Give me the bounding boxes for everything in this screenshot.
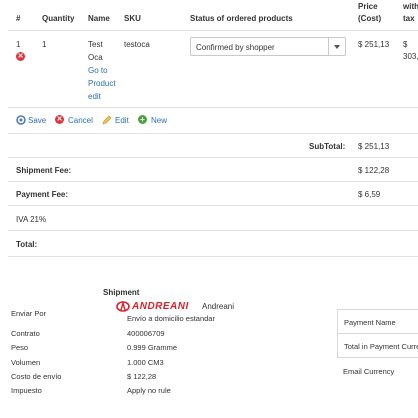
save-icon — [16, 115, 26, 125]
iva-divider — [8, 230, 418, 231]
edit-label[interactable]: Edit — [115, 116, 129, 125]
row-with-tax-line1: $ — [403, 40, 408, 49]
shipment-value-contrato: 400006709 — [127, 329, 165, 338]
goto-line2[interactable]: Product — [88, 79, 116, 88]
payment-fee-value: $ 6,59 — [358, 190, 381, 199]
row-divider — [8, 107, 418, 108]
shipment-label-contrato: Contrato — [11, 329, 40, 338]
col-header-name: Name — [88, 14, 110, 23]
row-price: $ 251,13 — [358, 40, 390, 49]
row-with-tax-line2: 303, — [403, 52, 418, 61]
goto-line3[interactable]: edit — [88, 92, 101, 101]
col-header-tax: tax — [403, 14, 415, 23]
col-header-num: # — [16, 14, 21, 23]
product-name-line1: Test — [88, 40, 103, 49]
iva-label: IVA 21% — [16, 215, 47, 224]
email-currency-label: Email Currency — [343, 367, 395, 376]
col-header-with: with — [403, 2, 418, 11]
row-sku: testoca — [124, 40, 150, 49]
order-status-value: Confirmed by shopper — [196, 43, 275, 52]
remove-item-icon[interactable]: ✕ — [16, 52, 25, 61]
chevron-down-icon[interactable] — [328, 38, 345, 55]
shipment-value-enviar-por: Envío a domicilio estandar — [127, 314, 215, 323]
subtotal-label: SubTotal: — [309, 142, 346, 151]
shipment-label-volumen: Volumen — [11, 358, 41, 367]
shipment-label-impuesto: Impuesto — [11, 386, 42, 395]
payment-total-label: Total in Payment Curre — [344, 342, 418, 351]
payment-fee-divider — [8, 205, 418, 206]
col-header-price-cost: (Cost) — [358, 14, 382, 23]
carrier-name: Andreani — [202, 302, 235, 311]
col-header-quantity: Quantity — [42, 14, 75, 23]
shipment-fee-divider — [8, 181, 418, 182]
carrier-logo: ANDREANI Andreani — [116, 300, 286, 312]
payment-fee-label: Payment Fee: — [16, 190, 69, 199]
shipment-value-peso: 0.999 Gramme — [127, 343, 178, 352]
order-status-select[interactable]: Confirmed by shopper — [190, 37, 346, 56]
payment-name-row: Payment Name — [337, 309, 418, 334]
col-header-status: Status of ordered products — [190, 14, 293, 23]
andreani-logo-icon — [116, 301, 130, 312]
shipment-fee-label: Shipment Fee: — [16, 166, 72, 175]
actions-divider — [8, 133, 418, 134]
col-header-price: Price — [358, 2, 378, 11]
product-name-line2: Oca — [88, 53, 103, 62]
payment-name-label: Payment Name — [344, 318, 396, 327]
cancel-icon: ✕ — [55, 115, 64, 124]
subtotal-divider — [8, 157, 418, 158]
payment-total-row: Total in Payment Curre — [337, 333, 418, 358]
pencil-icon — [102, 115, 112, 125]
andreani-logo-text: ANDREANI — [132, 301, 189, 312]
col-header-sku: SKU — [124, 14, 141, 23]
shipment-label-peso: Peso — [11, 343, 29, 352]
cancel-label[interactable]: Cancel — [68, 116, 93, 125]
header-divider — [8, 30, 418, 31]
shipment-label-enviar-por: Enviar Por — [11, 309, 47, 318]
shipment-value-volumen: 1.000 CM3 — [127, 358, 164, 367]
shipment-heading: Shipment — [103, 288, 140, 297]
shipment-label-costo: Costo de envío — [11, 372, 62, 381]
total-label: Total: — [16, 240, 38, 249]
new-label[interactable]: New — [151, 116, 167, 125]
row-number: 1 — [16, 40, 21, 49]
total-divider — [8, 256, 418, 257]
subtotal-value: $ 251,13 — [358, 142, 390, 151]
save-label[interactable]: Save — [28, 116, 46, 125]
shipment-fee-value: $ 122,28 — [358, 166, 390, 175]
shipment-value-costo: $ 122,28 — [127, 372, 157, 381]
goto-line1[interactable]: Go to — [88, 66, 108, 75]
shipment-value-impuesto: Apply no rule — [127, 386, 171, 395]
row-quantity: 1 — [42, 40, 47, 49]
plus-icon: + — [138, 115, 147, 124]
